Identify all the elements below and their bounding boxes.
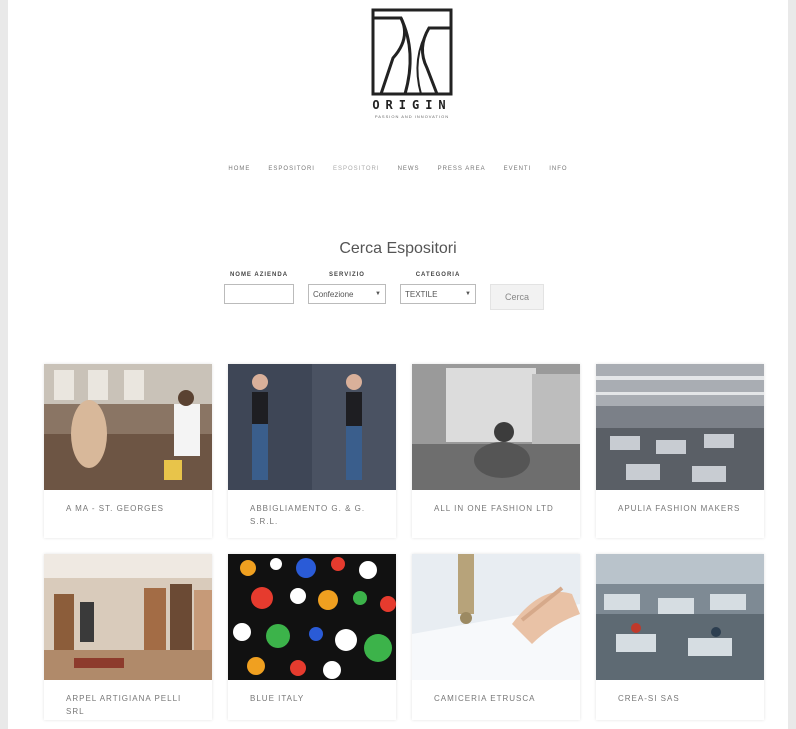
- search-filters: NOME AZIENDA SERVIZIO Confezione ▼ CATEG…: [224, 272, 544, 310]
- category-filter: CATEGORIA TEXTILE ▼: [400, 272, 476, 304]
- origin-logo[interactable]: ORIGIN PASSION AND INNOVATION: [364, 8, 460, 119]
- category-select-value: TEXTILE: [405, 289, 438, 299]
- chevron-down-icon: ▼: [375, 291, 381, 297]
- exhibitor-card[interactable]: APULIA FASHION MAKERS: [596, 364, 764, 538]
- sewing-photo[interactable]: [412, 554, 580, 680]
- page: ORIGIN PASSION AND INNOVATION HOME ESPOS…: [8, 0, 788, 729]
- exhibitor-name[interactable]: BLUE ITALY: [228, 680, 396, 720]
- vintage-factory-photo[interactable]: [412, 364, 580, 490]
- exhibitor-name[interactable]: CAMICERIA ETRUSCA: [412, 680, 580, 720]
- nav-info[interactable]: INFO: [549, 166, 567, 172]
- exhibitor-card[interactable]: ALL IN ONE FASHION LTD: [412, 364, 580, 538]
- exhibitor-card[interactable]: A MA - ST. GEORGES: [44, 364, 212, 538]
- exhibitor-name[interactable]: ARPEL ARTIGIANA PELLI SRL: [44, 680, 212, 720]
- exhibitor-card[interactable]: CAMICERIA ETRUSCA: [412, 554, 580, 720]
- factory-floor-photo[interactable]: [596, 364, 764, 490]
- category-select[interactable]: TEXTILE ▼: [400, 284, 476, 304]
- exhibitor-name[interactable]: A MA - ST. GEORGES: [44, 490, 212, 538]
- nav-home[interactable]: HOME: [228, 166, 250, 172]
- category-filter-label: CATEGORIA: [415, 272, 461, 278]
- exhibitor-grid: A MA - ST. GEORGES ABBIGLIAMENTO G. & G.…: [44, 364, 764, 720]
- main-nav: HOME ESPOSITORI ESPOSITORI NEWS PRESS AR…: [8, 166, 788, 172]
- logo-tagline: PASSION AND INNOVATION: [374, 114, 450, 119]
- nav-news[interactable]: NEWS: [398, 166, 420, 172]
- exhibitor-card[interactable]: ABBIGLIAMENTO G. & G. S.R.L.: [228, 364, 396, 538]
- search-button[interactable]: Cerca: [490, 284, 544, 310]
- nav-espositori[interactable]: ESPOSITORI: [268, 166, 315, 172]
- chevron-down-icon: ▼: [465, 291, 471, 297]
- nav-press-area[interactable]: PRESS AREA: [438, 166, 486, 172]
- search-title: Cerca Espositori: [339, 240, 457, 257]
- service-select[interactable]: Confezione ▼: [308, 284, 386, 304]
- nav-eventi[interactable]: EVENTI: [504, 166, 532, 172]
- logo-mark-icon: [371, 8, 453, 96]
- models-photo[interactable]: [228, 364, 396, 490]
- name-filter: NOME AZIENDA: [224, 272, 294, 304]
- nav-espositori-active[interactable]: ESPOSITORI: [333, 166, 380, 172]
- exhibitor-name[interactable]: CREA-SI SAS: [596, 680, 764, 720]
- service-filter: SERVIZIO Confezione ▼: [308, 272, 386, 304]
- workshop-photo[interactable]: [44, 364, 212, 490]
- company-name-input[interactable]: [224, 284, 294, 304]
- logo-wordmark: ORIGIN: [372, 98, 452, 112]
- service-select-value: Confezione: [313, 289, 354, 299]
- exhibitor-card[interactable]: CREA-SI SAS: [596, 554, 764, 720]
- service-filter-label: SERVIZIO: [329, 272, 365, 278]
- exhibitor-card[interactable]: BLUE ITALY: [228, 554, 396, 720]
- name-filter-label: NOME AZIENDA: [229, 272, 289, 278]
- sewing-workshop-photo[interactable]: [596, 554, 764, 680]
- exhibitor-card[interactable]: ARPEL ARTIGIANA PELLI SRL: [44, 554, 212, 720]
- exhibitor-name[interactable]: ABBIGLIAMENTO G. & G. S.R.L.: [228, 490, 396, 538]
- exhibitor-name[interactable]: APULIA FASHION MAKERS: [596, 490, 764, 538]
- polka-dot-fabric-photo[interactable]: [228, 554, 396, 680]
- exhibitor-name[interactable]: ALL IN ONE FASHION LTD: [412, 490, 580, 538]
- showroom-photo[interactable]: [44, 554, 212, 680]
